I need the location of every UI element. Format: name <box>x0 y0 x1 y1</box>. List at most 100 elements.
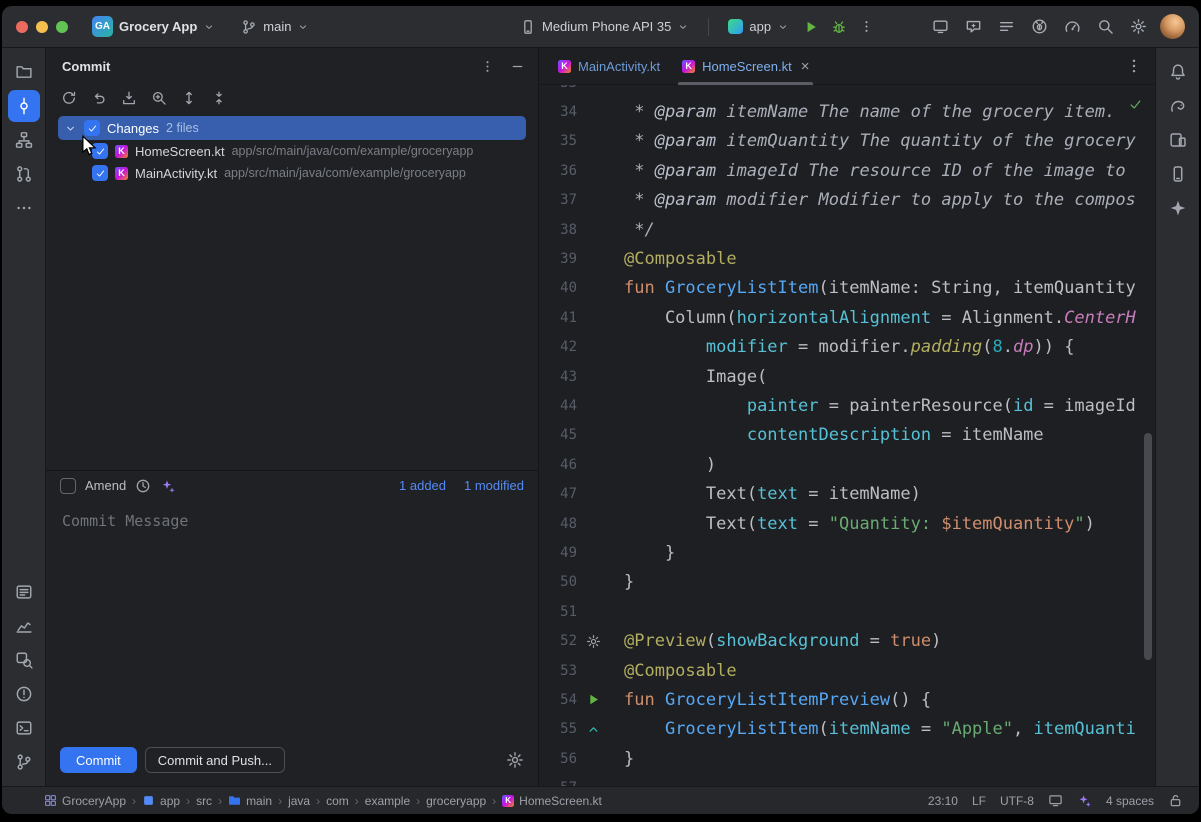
code-line[interactable]: 38 */ <box>539 215 1155 244</box>
code-line[interactable]: 47 Text(text = itemName) <box>539 479 1155 508</box>
code-line[interactable]: 54fun GroceryListItemPreview() { <box>539 685 1155 714</box>
app-quality-insights-tool-icon[interactable] <box>8 610 40 642</box>
project-tool-icon[interactable] <box>8 56 40 88</box>
changes-checkbox[interactable] <box>84 120 100 136</box>
code-line[interactable]: 53@Composable <box>539 656 1155 685</box>
code-line[interactable]: 42 modifier = modifier.padding(8.dp)) { <box>539 333 1155 362</box>
gradle-tool-icon[interactable] <box>1162 90 1194 122</box>
terminal-tool-icon[interactable] <box>8 712 40 744</box>
code-line[interactable]: 39@Composable <box>539 244 1155 273</box>
notifications-icon[interactable] <box>1162 56 1194 88</box>
code-line[interactable]: 48 Text(text = "Quantity: $itemQuantity"… <box>539 509 1155 538</box>
preview-settings-icon[interactable] <box>586 634 601 649</box>
indent-widget[interactable]: 4 spaces <box>1106 794 1154 808</box>
code-line[interactable]: 34 * @param itemName The name of the gro… <box>539 97 1155 126</box>
code-editor[interactable]: 3334 * @param itemName The name of the g… <box>539 85 1155 786</box>
code-line[interactable]: 57 <box>539 773 1155 786</box>
run-button[interactable] <box>799 15 823 39</box>
code-line[interactable]: 55 GroceryListItem(itemName = "Apple", i… <box>539 715 1155 744</box>
expand-all-icon[interactable] <box>181 90 197 106</box>
commit-options-gear-icon[interactable] <box>506 751 524 769</box>
tab-options-icon[interactable] <box>1125 57 1143 75</box>
breadcrumb-item[interactable]: GroceryApp <box>44 794 126 808</box>
show-diff-icon[interactable] <box>151 90 167 106</box>
breadcrumb-item[interactable]: app <box>142 794 180 808</box>
changed-file-row[interactable]: KHomeScreen.ktapp/src/main/java/com/exam… <box>46 140 538 162</box>
encoding-widget[interactable]: UTF-8 <box>1000 794 1034 808</box>
running-devices-tool-icon[interactable] <box>1162 124 1194 156</box>
search-everywhere-icon[interactable] <box>1092 13 1119 40</box>
structure-tool-icon[interactable] <box>8 124 40 156</box>
commit-panel-options-icon[interactable] <box>478 57 496 75</box>
avatar[interactable] <box>1160 14 1185 39</box>
tab-mainactivity-kt[interactable]: KMainActivity.kt <box>547 48 671 84</box>
code-line[interactable]: 46 ) <box>539 450 1155 479</box>
rollback-icon[interactable] <box>91 90 107 106</box>
close-tab-icon[interactable]: × <box>801 59 810 74</box>
pull-requests-tool-icon[interactable] <box>8 158 40 190</box>
problems-tool-icon[interactable] <box>8 678 40 710</box>
monitor-icon[interactable] <box>1048 793 1063 808</box>
commit-button[interactable]: Commit <box>60 747 137 773</box>
code-line[interactable]: 41 Column(horizontalAlignment = Alignmen… <box>539 303 1155 332</box>
generate-commit-message-icon[interactable] <box>160 478 176 494</box>
code-line[interactable]: 49 } <box>539 538 1155 567</box>
editor-scrollbar[interactable] <box>1144 433 1152 660</box>
zoom-window-button[interactable] <box>56 21 68 33</box>
code-line[interactable]: 36 * @param imageId The resource ID of t… <box>539 156 1155 185</box>
app-inspection-tool-icon[interactable] <box>8 644 40 676</box>
more-actions-icon[interactable] <box>855 16 877 38</box>
modified-files-link[interactable]: 1 modified <box>464 478 524 493</box>
file-checkbox[interactable] <box>92 143 108 159</box>
minimize-window-button[interactable] <box>36 21 48 33</box>
hide-tool-window-icon[interactable] <box>508 57 526 75</box>
amend-checkbox[interactable] <box>60 478 76 494</box>
device-manager-tool-icon[interactable] <box>1162 158 1194 190</box>
profiler-icon[interactable] <box>1059 13 1086 40</box>
inspections-ok-icon[interactable] <box>1128 97 1143 112</box>
commit-message-input[interactable]: Commit Message <box>46 500 538 742</box>
breadcrumb-item[interactable]: example <box>365 794 410 808</box>
device-selector[interactable]: Medium Phone API 35 <box>514 16 695 38</box>
readonly-lock-icon[interactable] <box>1168 793 1183 808</box>
code-line[interactable]: 35 * @param itemQuantity The quantity of… <box>539 127 1155 156</box>
device-mirroring-icon[interactable] <box>927 13 954 40</box>
breadcrumb-item[interactable]: main <box>228 794 272 808</box>
changed-file-row[interactable]: KMainActivity.ktapp/src/main/java/com/ex… <box>46 162 538 184</box>
run-preview-icon[interactable] <box>586 692 601 707</box>
collapse-region-icon[interactable] <box>586 722 601 737</box>
code-line[interactable]: 43 Image( <box>539 362 1155 391</box>
code-line[interactable]: 52@Preview(showBackground = true) <box>539 626 1155 655</box>
changes-node[interactable]: Changes 2 files <box>58 116 526 140</box>
commit-tool-icon[interactable] <box>8 90 40 122</box>
file-checkbox[interactable] <box>92 165 108 181</box>
breadcrumb-item[interactable]: src <box>196 794 212 808</box>
app-inspection-icon[interactable] <box>1026 13 1053 40</box>
line-separator-widget[interactable]: LF <box>972 794 986 808</box>
code-line[interactable]: 33 <box>539 85 1155 97</box>
breadcrumb-item[interactable]: KHomeScreen.kt <box>502 794 602 808</box>
debug-button[interactable] <box>827 15 851 39</box>
commit-history-icon[interactable] <box>135 478 151 494</box>
breadcrumb-item[interactable]: com <box>326 794 349 808</box>
tab-homescreen-kt[interactable]: KHomeScreen.kt× <box>671 48 820 84</box>
breadcrumb-item[interactable]: java <box>288 794 310 808</box>
logcat-tool-icon[interactable] <box>8 576 40 608</box>
settings-icon[interactable] <box>1125 13 1152 40</box>
breadcrumb-item[interactable]: groceryapp <box>426 794 486 808</box>
code-line[interactable]: 50} <box>539 568 1155 597</box>
code-line[interactable]: 56} <box>539 744 1155 773</box>
gemini-tool-icon[interactable] <box>1162 192 1194 224</box>
collapse-all-icon[interactable] <box>211 90 227 106</box>
code-line[interactable]: 44 painter = painterResource(id = imageI… <box>539 391 1155 420</box>
code-line[interactable]: 45 contentDescription = itemName <box>539 421 1155 450</box>
ai-assistant-status-icon[interactable] <box>1077 793 1092 808</box>
version-control-tool-icon[interactable] <box>8 746 40 778</box>
run-configuration-selector[interactable]: app <box>722 16 795 37</box>
gemini-chat-icon[interactable] <box>960 13 987 40</box>
code-line[interactable]: 37 * @param modifier Modifier to apply t… <box>539 186 1155 215</box>
added-files-link[interactable]: 1 added <box>399 478 446 493</box>
commit-and-push-button[interactable]: Commit and Push... <box>145 747 285 773</box>
branch-selector[interactable]: main <box>235 16 315 38</box>
code-line[interactable]: 40fun GroceryListItem(itemName: String, … <box>539 274 1155 303</box>
